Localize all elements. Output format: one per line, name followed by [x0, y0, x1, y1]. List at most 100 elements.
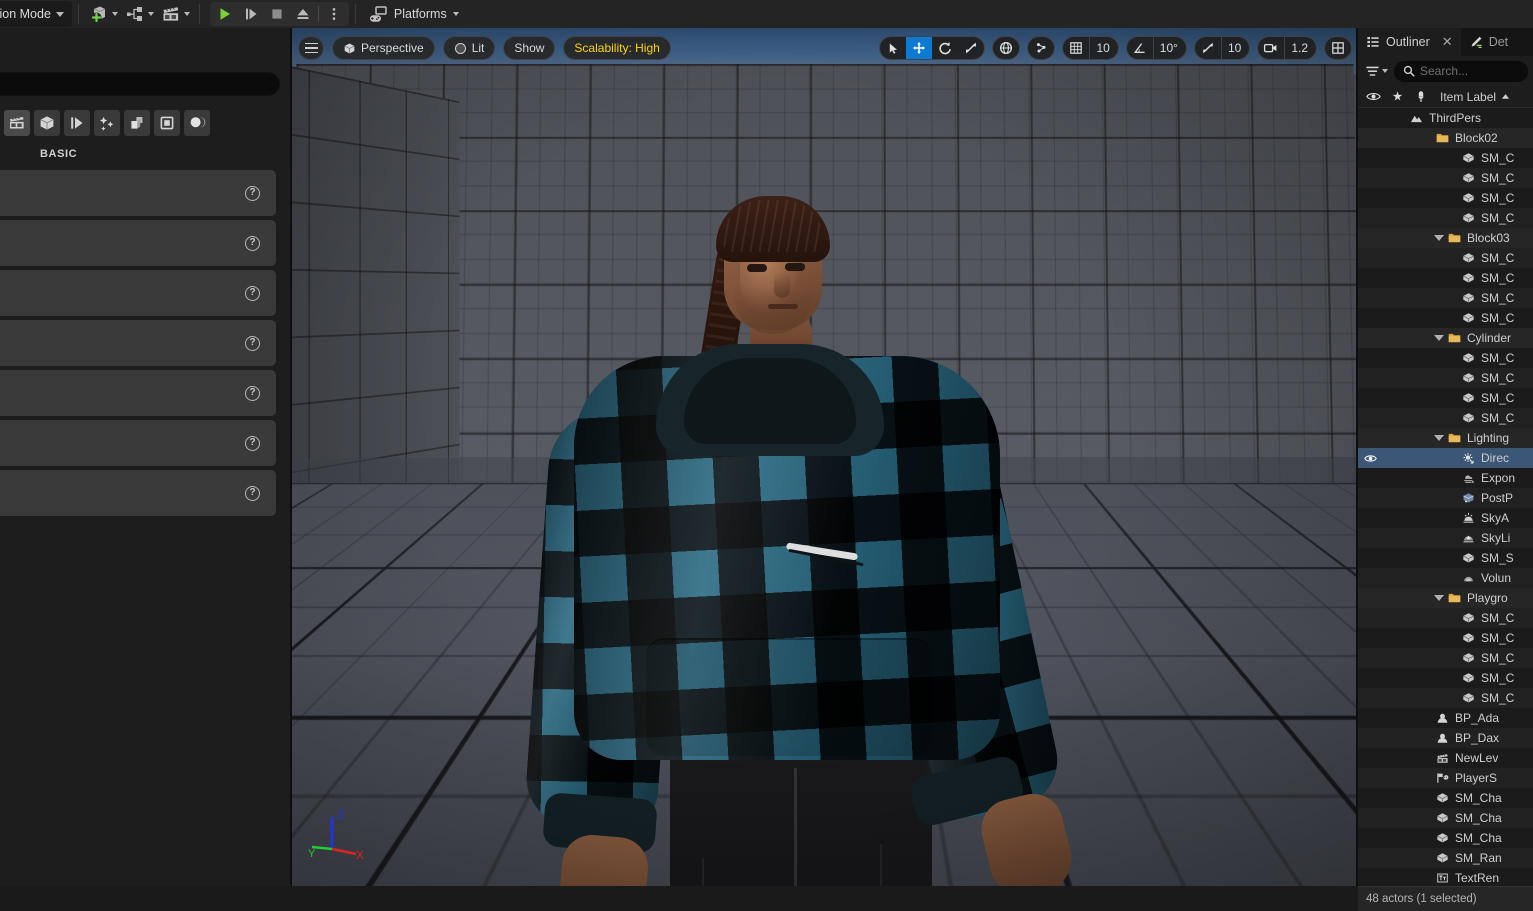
- list-item[interactable]: ?: [0, 420, 276, 466]
- select-tool-button[interactable]: [880, 37, 906, 59]
- play-button[interactable]: [212, 2, 238, 26]
- list-item[interactable]: ?: [0, 220, 276, 266]
- scale-snap-value[interactable]: 10: [1220, 37, 1249, 59]
- help-icon[interactable]: ?: [245, 485, 260, 501]
- row-visibility-toggle[interactable]: [1358, 453, 1382, 464]
- viewport-menu-button[interactable]: [298, 36, 324, 60]
- help-icon[interactable]: ?: [245, 435, 260, 451]
- outliner-row[interactable]: SM_C: [1358, 688, 1533, 708]
- scale-snap-control[interactable]: 10: [1193, 36, 1251, 60]
- grid-snap-control[interactable]: 10: [1062, 36, 1119, 60]
- camera-speed-control[interactable]: 1.2: [1257, 36, 1317, 60]
- selection-mode-dropdown[interactable]: tion Mode: [0, 1, 72, 27]
- outliner-row[interactable]: NewLev: [1358, 748, 1533, 768]
- outliner-row[interactable]: SkyLi: [1358, 528, 1533, 548]
- outliner-row[interactable]: SM_C: [1358, 188, 1533, 208]
- blueprints-button[interactable]: [121, 2, 157, 26]
- close-icon[interactable]: ✕: [1442, 34, 1453, 50]
- camera-perspective-dropdown[interactable]: Perspective: [332, 36, 435, 60]
- outliner-row[interactable]: PlayerS: [1358, 768, 1533, 788]
- angle-snap-icon-wrap[interactable]: [1127, 37, 1153, 59]
- list-item[interactable]: ?: [0, 320, 276, 366]
- outliner-row[interactable]: BP_Dax: [1358, 728, 1533, 748]
- view-mode-dropdown[interactable]: Lit: [442, 36, 496, 60]
- stop-button[interactable]: [264, 2, 290, 26]
- coordinate-system-button[interactable]: [992, 36, 1021, 60]
- item-label-column-header[interactable]: Item Label: [1440, 90, 1510, 104]
- outliner-row[interactable]: Direc: [1358, 448, 1533, 468]
- platforms-button[interactable]: Platforms: [362, 2, 465, 26]
- translate-tool-button[interactable]: [906, 37, 933, 59]
- lights-category-button[interactable]: [64, 110, 90, 136]
- scale-snap-icon-wrap[interactable]: [1195, 37, 1221, 59]
- help-icon[interactable]: ?: [245, 285, 260, 301]
- outliner-row[interactable]: SM_Cha: [1358, 788, 1533, 808]
- outliner-row[interactable]: SM_Cha: [1358, 828, 1533, 848]
- maximize-viewport-button[interactable]: [1324, 36, 1352, 60]
- show-flags-dropdown[interactable]: Show: [503, 36, 556, 60]
- angle-snap-control[interactable]: 10°: [1125, 36, 1187, 60]
- outliner-row[interactable]: Lighting: [1358, 428, 1533, 448]
- pinned-column-header[interactable]: [1386, 87, 1408, 107]
- outliner-row[interactable]: SM_C: [1358, 388, 1533, 408]
- volumes-category-button[interactable]: [184, 110, 210, 136]
- outliner-row[interactable]: SM_C: [1358, 208, 1533, 228]
- expander-arrow-icon[interactable]: [1434, 335, 1444, 341]
- search-input[interactable]: Search...: [1394, 60, 1528, 82]
- angle-snap-value[interactable]: 10°: [1152, 37, 1186, 59]
- surface-snap-button[interactable]: [1027, 36, 1056, 60]
- outliner-row[interactable]: Expon: [1358, 468, 1533, 488]
- outliner-row[interactable]: Cylinder: [1358, 328, 1533, 348]
- outliner-row[interactable]: SM_C: [1358, 408, 1533, 428]
- outliner-row[interactable]: PostP: [1358, 488, 1533, 508]
- play-options-button[interactable]: [321, 2, 347, 26]
- outliner-row[interactable]: SM_Cha: [1358, 808, 1533, 828]
- rotate-tool-button[interactable]: [932, 37, 958, 59]
- cinematics-button[interactable]: [157, 2, 193, 26]
- list-item[interactable]: ?: [0, 470, 276, 516]
- help-icon[interactable]: ?: [245, 385, 260, 401]
- outliner-row[interactable]: ThirdPers: [1358, 108, 1533, 128]
- cinematic-category-button[interactable]: [94, 110, 120, 136]
- outliner-row[interactable]: SM_C: [1358, 348, 1533, 368]
- filter-button[interactable]: [1363, 62, 1390, 81]
- basic-category-button[interactable]: [34, 110, 60, 136]
- outliner-row[interactable]: Block03: [1358, 228, 1533, 248]
- outliner-row[interactable]: Volun: [1358, 568, 1533, 588]
- skip-play-button[interactable]: [238, 2, 264, 26]
- expander-arrow-icon[interactable]: [1434, 435, 1444, 441]
- expander-arrow-icon[interactable]: [1434, 235, 1444, 241]
- outliner-row[interactable]: SM_Ran: [1358, 848, 1533, 868]
- outliner-row[interactable]: BP_Ada: [1358, 708, 1533, 728]
- grid-snap-value[interactable]: 10: [1089, 37, 1117, 59]
- help-icon[interactable]: ?: [245, 185, 260, 201]
- outliner-row[interactable]: SM_C: [1358, 668, 1533, 688]
- outliner-row[interactable]: SM_C: [1358, 648, 1533, 668]
- level-viewport[interactable]: Perspective Lit Show Scalability: High 1…: [292, 28, 1358, 891]
- place-actors-list[interactable]: ? ? ? ? ? ? ?: [0, 170, 292, 910]
- place-actors-search-input[interactable]: [0, 72, 280, 96]
- outliner-row[interactable]: SM_C: [1358, 148, 1533, 168]
- help-icon[interactable]: ?: [245, 335, 260, 351]
- outliner-tree[interactable]: ThirdPers Block02 SM_C SM_C SM_C SM_C Block03 S…: [1358, 108, 1533, 886]
- outliner-row[interactable]: SM_C: [1358, 288, 1533, 308]
- outliner-row[interactable]: SM_S: [1358, 548, 1533, 568]
- visual-effects-category-button[interactable]: [124, 110, 150, 136]
- scalability-button[interactable]: Scalability: High: [563, 36, 671, 60]
- visibility-column-header[interactable]: [1362, 87, 1384, 107]
- surface-snap-icon-wrap[interactable]: [1028, 37, 1054, 59]
- outliner-row[interactable]: SM_C: [1358, 308, 1533, 328]
- outliner-row[interactable]: Playgro: [1358, 588, 1533, 608]
- outliner-row[interactable]: SkyA: [1358, 508, 1533, 528]
- camera-speed-icon-wrap[interactable]: [1258, 37, 1284, 59]
- list-item[interactable]: ?: [0, 170, 276, 216]
- outliner-row[interactable]: SM_C: [1358, 628, 1533, 648]
- outliner-row[interactable]: Block02: [1358, 128, 1533, 148]
- eject-button[interactable]: [290, 2, 316, 26]
- add-actor-button[interactable]: [85, 2, 121, 26]
- character-mesh[interactable]: [488, 168, 1108, 891]
- outliner-row[interactable]: SM_C: [1358, 248, 1533, 268]
- help-icon[interactable]: ?: [245, 235, 260, 251]
- geometry-category-button[interactable]: [154, 110, 180, 136]
- tab-details[interactable]: Det: [1461, 28, 1516, 56]
